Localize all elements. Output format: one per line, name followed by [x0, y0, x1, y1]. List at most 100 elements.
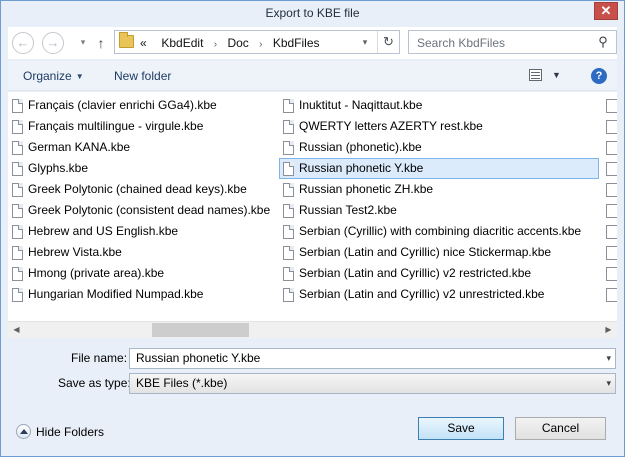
- address-dropdown-icon[interactable]: ▾: [357, 31, 373, 53]
- file-icon[interactable]: [606, 183, 617, 197]
- forward-button[interactable]: →: [42, 32, 64, 54]
- file-name: German KANA.kbe: [28, 140, 131, 154]
- file-icon: [283, 120, 294, 134]
- file-icon: [12, 99, 23, 113]
- organize-menu[interactable]: Organize ▼: [23, 69, 84, 83]
- file-icon[interactable]: [606, 288, 617, 302]
- file-item[interactable]: Inuktitut - Naqittaut.kbe: [279, 95, 599, 116]
- file-icon: [12, 120, 23, 134]
- scrollbar-thumb[interactable]: [152, 323, 249, 337]
- help-icon[interactable]: ?: [591, 68, 607, 84]
- file-name: Hebrew Vista.kbe: [28, 245, 122, 259]
- scroll-right-icon[interactable]: ▶: [600, 322, 617, 338]
- organize-label: Organize: [23, 69, 72, 83]
- scroll-left-icon[interactable]: ◀: [8, 322, 25, 338]
- hide-folders-label: Hide Folders: [36, 425, 105, 439]
- file-icon[interactable]: [606, 204, 617, 218]
- file-icon: [12, 267, 23, 281]
- file-item[interactable]: Serbian (Latin and Cyrillic) v2 restrict…: [279, 263, 599, 284]
- breadcrumb-separator[interactable]: ›: [252, 39, 269, 50]
- file-icon[interactable]: [606, 141, 617, 155]
- breadcrumb-overflow[interactable]: «: [140, 36, 147, 50]
- chevron-down-icon[interactable]: ▾: [606, 349, 611, 368]
- file-icon[interactable]: [606, 246, 617, 260]
- back-button[interactable]: ←: [12, 32, 34, 54]
- file-icon: [283, 204, 294, 218]
- file-icon[interactable]: [606, 99, 617, 113]
- file-item[interactable]: Greek Polytonic (consistent dead names).…: [8, 200, 273, 221]
- file-item[interactable]: Glyphs.kbe: [8, 158, 273, 179]
- window-title: Export to KBE file: [265, 6, 360, 20]
- save-as-type-select[interactable]: KBE Files (*.kbe) ▾: [129, 373, 616, 394]
- chevron-up-icon: [16, 424, 31, 439]
- title-bar[interactable]: Export to KBE file ✕: [1, 1, 624, 25]
- recent-locations-dropdown-icon[interactable]: ▾: [77, 35, 89, 49]
- save-button[interactable]: Save: [418, 417, 504, 440]
- close-button[interactable]: ✕: [594, 2, 618, 20]
- search-input[interactable]: Search KbdFiles: [417, 36, 505, 50]
- file-icon: [283, 183, 294, 197]
- file-item[interactable]: Greek Polytonic (chained dead keys).kbe: [8, 179, 273, 200]
- command-bar: Organize ▼ New folder ▼ ?: [8, 61, 617, 91]
- file-name-label: File name:: [71, 351, 128, 365]
- file-icon: [283, 288, 294, 302]
- file-item[interactable]: Russian phonetic ZH.kbe: [279, 179, 599, 200]
- file-icon: [12, 225, 23, 239]
- file-name: Serbian (Cyrillic) with combining diacri…: [299, 224, 582, 238]
- file-name: Russian (phonetic).kbe: [299, 140, 422, 154]
- file-name: Hebrew and US English.kbe: [28, 224, 179, 238]
- chevron-down-icon: ▼: [75, 72, 84, 81]
- file-item[interactable]: Russian (phonetic).kbe: [279, 137, 599, 158]
- address-bar[interactable]: « KbdEdit › Doc › KbdFiles ▾ ↻: [114, 30, 400, 54]
- file-item[interactable]: Hebrew Vista.kbe: [8, 242, 273, 263]
- search-box[interactable]: Search KbdFiles ⚲: [408, 30, 617, 54]
- file-name: Greek Polytonic (chained dead keys).kbe: [28, 182, 247, 196]
- file-icon[interactable]: [606, 120, 617, 134]
- file-icon: [283, 99, 294, 113]
- file-icon: [283, 141, 294, 155]
- file-item[interactable]: Russian phonetic Y.kbe: [279, 158, 599, 179]
- file-item[interactable]: Hungarian Modified Numpad.kbe: [8, 284, 273, 305]
- view-options-icon[interactable]: [529, 69, 542, 81]
- file-item[interactable]: Hebrew and US English.kbe: [8, 221, 273, 242]
- file-item[interactable]: Serbian (Latin and Cyrillic) nice Sticke…: [279, 242, 599, 263]
- file-icon: [283, 162, 294, 176]
- file-item[interactable]: QWERTY letters AZERTY rest.kbe: [279, 116, 599, 137]
- file-item[interactable]: Russian Test2.kbe: [279, 200, 599, 221]
- breadcrumb-kbdedit[interactable]: KbdEdit: [161, 36, 203, 50]
- file-name: Français (clavier enrichi GGa4).kbe: [28, 98, 217, 112]
- file-item[interactable]: Serbian (Cyrillic) with combining diacri…: [279, 221, 599, 242]
- file-icon[interactable]: [606, 225, 617, 239]
- search-icon[interactable]: ⚲: [596, 34, 610, 50]
- refresh-button[interactable]: ↻: [377, 31, 399, 53]
- file-icon: [12, 288, 23, 302]
- file-icon: [283, 225, 294, 239]
- view-dropdown-icon[interactable]: ▼: [552, 70, 561, 80]
- up-folder-button[interactable]: ↑: [93, 34, 109, 52]
- file-name: Inuktitut - Naqittaut.kbe: [299, 98, 423, 112]
- file-name: Russian Test2.kbe: [299, 203, 397, 217]
- file-name: Français multilingue - virgule.kbe: [28, 119, 204, 133]
- save-as-type-value: KBE Files (*.kbe): [136, 376, 228, 390]
- new-folder-button[interactable]: New folder: [114, 69, 171, 83]
- folder-icon: [119, 32, 134, 48]
- navigation-bar: ← → ▾ ↑ « KbdEdit › Doc › KbdFiles ▾ ↻ S…: [8, 27, 617, 59]
- file-list[interactable]: Français (clavier enrichi GGa4).kbe Franç…: [8, 92, 617, 321]
- file-item[interactable]: German KANA.kbe: [8, 137, 273, 158]
- export-dialog: Export to KBE file ✕ ← → ▾ ↑ « KbdEdit ›…: [0, 0, 625, 457]
- cancel-button[interactable]: Cancel: [515, 417, 606, 440]
- breadcrumb-separator[interactable]: ›: [207, 39, 224, 50]
- file-item[interactable]: Français multilingue - virgule.kbe: [8, 116, 273, 137]
- breadcrumb-doc[interactable]: Doc: [227, 36, 248, 50]
- file-item[interactable]: Serbian (Latin and Cyrillic) v2 unrestri…: [279, 284, 599, 305]
- horizontal-scrollbar[interactable]: ◀ ▶: [8, 321, 617, 338]
- breadcrumb-kbdfiles[interactable]: KbdFiles: [273, 36, 320, 50]
- file-name: Glyphs.kbe: [28, 161, 89, 175]
- file-name-field[interactable]: Russian phonetic Y.kbe ▾: [129, 348, 616, 369]
- file-icon[interactable]: [606, 162, 617, 176]
- file-item[interactable]: Français (clavier enrichi GGa4).kbe: [8, 95, 273, 116]
- file-icon[interactable]: [606, 267, 617, 281]
- file-item[interactable]: Hmong (private area).kbe: [8, 263, 273, 284]
- file-name: Serbian (Latin and Cyrillic) nice Sticke…: [299, 245, 552, 259]
- hide-folders-button[interactable]: Hide Folders: [16, 423, 104, 441]
